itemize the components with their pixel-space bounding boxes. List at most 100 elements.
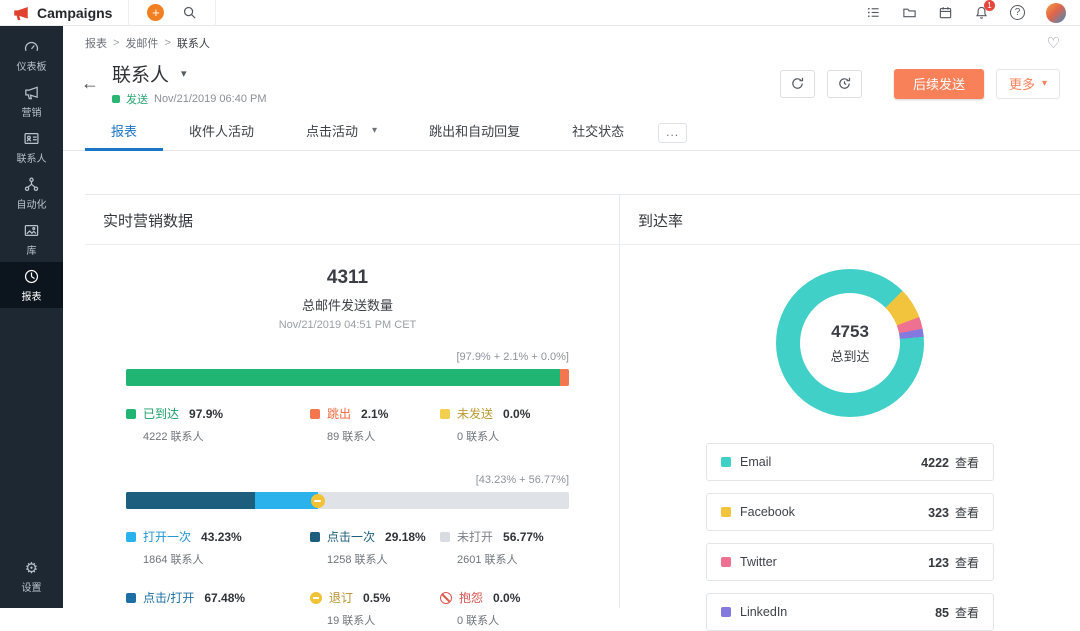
report-card: 实时营销数据 4311 总邮件发送数量 Nov/21/2019 04:51 PM… [85,194,1080,608]
send-status-legend: 已到达 97.9% 4222 联系人 跳出 2.1% 89 联系人 [126,405,569,444]
user-avatar[interactable] [1046,3,1066,23]
tab-label: 点击活动 [306,121,358,140]
tab-social-status[interactable]: 社交状态 [546,121,650,150]
open-activity-bar [126,492,569,509]
page-header: ← 联系人 ▾ 发送 Nov/21/2019 06:40 PM [63,56,1080,107]
legend-value: 67.48% [204,591,245,605]
legend-swatch [310,409,320,419]
campaign-list-icon[interactable] [866,5,881,20]
channel-count: 123 [928,556,949,570]
channel-row-facebook: Facebook 323 查看 [706,493,994,531]
sidebar-item-marketing[interactable]: 营销 [0,78,63,124]
donut-label: 总到达 [830,346,869,365]
legend-name[interactable]: 已到达 [143,405,179,422]
refresh-button[interactable] [780,70,815,98]
legend-value: 0.5% [363,591,390,605]
dashboard-icon [23,38,40,55]
sidebar-item-settings[interactable]: ⚙ 设置 [0,554,63,600]
open-bar-caption: [43.23% + 56.77%] [126,474,569,486]
breadcrumb-reports[interactable]: 报表 [85,35,107,51]
secondary-legend: 点击/打开 67.48% 退订 0.5% 19 联系人 [126,589,569,628]
legend-opened: 打开一次 43.23% 1864 联系人 [126,528,310,567]
tab-click-activity[interactable]: 点击活动 ▾ [280,121,403,150]
search-icon[interactable] [182,5,197,20]
legend-name[interactable]: 跳出 [327,405,351,422]
view-link[interactable]: 查看 [955,454,979,471]
app-logo[interactable]: Campaigns [0,4,128,22]
legend-clicked: 点击一次 29.18% 1258 联系人 [310,528,440,567]
legend-name[interactable]: 点击/打开 [143,589,194,606]
donut-total: 4753 [831,322,869,342]
automation-icon [23,176,40,193]
legend-name[interactable]: 未打开 [457,528,493,545]
more-button[interactable]: 更多 ▾ [996,69,1060,99]
legend-sub: 2601 联系人 [457,551,569,567]
legend-name[interactable]: 未发送 [457,405,493,422]
create-button[interactable]: + [147,4,164,21]
help-icon[interactable]: ? [1010,5,1025,20]
view-link[interactable]: 查看 [955,604,979,621]
channel-row-twitter: Twitter 123 查看 [706,543,994,581]
favorite-heart-icon[interactable]: ♡ [1047,36,1060,51]
refresh-history-icon [837,76,852,91]
channel-swatch [721,557,731,567]
sidebar-item-label: 自动化 [17,196,47,211]
image-icon [23,222,40,239]
sidebar-item-reports[interactable]: 报表 [0,262,63,308]
title-dropdown-caret-icon[interactable]: ▾ [181,67,187,80]
refresh-history-button[interactable] [827,70,862,98]
legend-value: 97.9% [189,407,223,421]
sidebar-item-automation[interactable]: 自动化 [0,170,63,216]
legend-unsent: 未发送 0.0% 0 联系人 [440,405,569,444]
megaphone-icon [23,84,40,101]
tab-label: 收件人活动 [189,121,254,140]
legend-name[interactable]: 抱怨 [459,589,483,606]
tab-recipient-activity[interactable]: 收件人活动 [163,121,280,150]
tab-reports[interactable]: 报表 [85,121,163,150]
tabs: 报表 收件人活动 点击活动 ▾ 跳出和自动回复 社交状态 ... [63,118,1080,151]
sent-status-time: Nov/21/2019 06:40 PM [154,93,267,105]
legend-unsubscribed: 退订 0.5% 19 联系人 [310,589,440,628]
calendar-icon[interactable] [938,5,953,20]
back-arrow-button[interactable]: ← [81,73,99,94]
legend-name[interactable]: 退订 [329,589,353,606]
send-status-bar [126,369,569,386]
channel-swatch [721,457,731,467]
channel-row-linkedin: LinkedIn 85 查看 [706,593,994,631]
tab-label: 报表 [111,121,137,140]
more-button-label: 更多 [1009,74,1035,93]
sidebar-item-contacts[interactable]: 联系人 [0,124,63,170]
tab-label: 跳出和自动回复 [429,121,520,140]
delivery-donut-hole: 4753 总到达 [800,293,900,393]
delivery-pane: 到达率 4753 总到达 Email 4222 查看 [620,195,1080,608]
legend-unopened: 未打开 56.77% 2601 联系人 [440,528,569,567]
tab-bounces-autoreplies[interactable]: 跳出和自动回复 [403,121,546,150]
legend-swatch [440,532,450,542]
legend-value: 56.77% [503,530,544,544]
channel-name: Email [740,455,771,469]
followup-send-button[interactable]: 后续发送 [894,69,984,99]
channel-list: Email 4222 查看 Facebook 323 查看 [706,443,994,631]
sent-status-label: 发送 [126,91,148,107]
sidebar-item-label: 仪表板 [17,58,47,73]
legend-value: 0.0% [493,591,520,605]
folder-icon[interactable] [902,5,917,20]
notifications-button[interactable]: 1 [974,5,989,20]
sidebar-item-library[interactable]: 库 [0,216,63,262]
channel-name: LinkedIn [740,605,787,619]
view-link[interactable]: 查看 [955,554,979,571]
realtime-title: 实时营销数据 [85,195,619,245]
legend-name[interactable]: 打开一次 [143,528,191,545]
breadcrumb-separator: > [164,37,170,49]
sidebar-item-dashboard[interactable]: 仪表板 [0,32,63,78]
view-link[interactable]: 查看 [955,504,979,521]
reports-icon [23,268,40,285]
breadcrumb-send-email[interactable]: 发邮件 [125,35,158,51]
legend-name[interactable]: 点击一次 [327,528,375,545]
click-segment [126,492,255,509]
legend-sub: 19 联系人 [327,612,440,628]
chevron-down-icon: ▾ [1042,78,1047,89]
legend-value: 43.23% [201,530,242,544]
legend-swatch [310,532,320,542]
tabs-overflow-button[interactable]: ... [658,123,687,143]
